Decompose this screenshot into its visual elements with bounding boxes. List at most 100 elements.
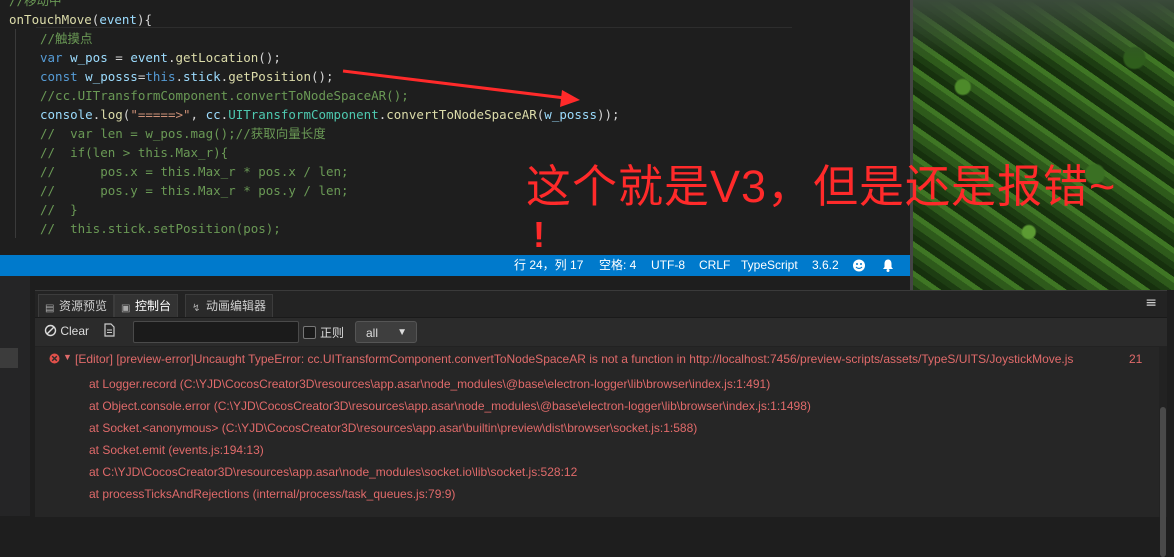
indent-guide xyxy=(15,143,16,162)
code-token: // } xyxy=(40,202,78,217)
code-line: // var len = w_pos.mag();//获取向量长度 xyxy=(15,124,326,143)
indent-guide xyxy=(15,48,16,67)
side-strip-highlight xyxy=(0,348,18,368)
tab-label: 资源预览 xyxy=(59,299,108,313)
code-token: (); xyxy=(258,50,281,65)
clear-label: Clear xyxy=(60,324,90,338)
code-token: //cc.UITransformComponent.convertToNodeS… xyxy=(40,88,409,103)
stack-line[interactable]: at Logger.record (C:\YJD\CocosCreator3D\… xyxy=(89,377,770,391)
code-token: // if(len > this.Max_r){ xyxy=(40,145,229,160)
code-token: // this.stick.setPosition(pos); xyxy=(40,221,281,236)
code-token: ){ xyxy=(136,12,153,27)
code-token: //触摸点 xyxy=(40,31,93,46)
language-mode[interactable]: TypeScript xyxy=(741,255,798,276)
code-line: onTouchMove(event){ xyxy=(9,10,152,29)
annotation-mark: ! xyxy=(533,214,545,255)
smiley-icon[interactable] xyxy=(852,255,866,276)
regex-checkbox[interactable] xyxy=(303,326,316,339)
scene-border xyxy=(910,0,913,290)
code-token: getLocation xyxy=(175,50,259,65)
search-input[interactable] xyxy=(133,321,299,343)
tab-label: 动画编辑器 xyxy=(206,299,267,313)
code-token: event xyxy=(130,50,168,65)
tab-console[interactable]: ▣ 控制台 xyxy=(114,294,179,317)
code-token: (); xyxy=(310,69,334,84)
hamburger-icon[interactable]: ≡ xyxy=(1145,295,1157,311)
code-token: // pos.y = this.Max_r * pos.y / len; xyxy=(40,183,349,198)
tab-animation-editor[interactable]: ↯ 动画编辑器 xyxy=(185,294,274,317)
code-token: log xyxy=(100,107,123,122)
code-token: //移动中 xyxy=(9,0,62,8)
indent-guide xyxy=(15,181,16,200)
stack-line[interactable]: at C:\YJD\CocosCreator3D\resources\app.a… xyxy=(89,465,577,479)
editor-status-bar: 行 24，列 17 空格: 4 UTF-8 CRLF TypeScript 3.… xyxy=(0,255,910,276)
terminal-icon: ▣ xyxy=(121,303,131,314)
indent-guide xyxy=(15,219,16,238)
code-token: , xyxy=(190,107,206,122)
code-token: "=====>" xyxy=(130,107,191,122)
error-count: 21 xyxy=(1129,352,1143,366)
stack-line[interactable]: at processTicksAndRejections (internal/p… xyxy=(89,487,455,501)
stack-line[interactable]: at Object.console.error (C:\YJD\CocosCre… xyxy=(89,399,811,413)
indent-guide xyxy=(15,86,16,105)
clear-button[interactable]: Clear xyxy=(44,324,89,338)
code-line: const w_posss=this.stick.getPosition(); xyxy=(15,67,334,86)
tab-label: 控制台 xyxy=(135,299,172,313)
indent-guide xyxy=(15,124,16,143)
code-token: console xyxy=(40,107,93,122)
console-panel: ▤ 资源预览 ▣ 控制台 ↯ 动画编辑器 ≡ Clear 正则 all ▼ ▼ [Ed… xyxy=(35,290,1167,557)
annotation-text: 这个就是V3，但是还是报错~ xyxy=(526,161,1117,212)
indentation-setting[interactable]: 空格: 4 xyxy=(599,255,636,276)
code-line: //移动中 xyxy=(9,0,62,10)
panel-tab-bar: ▤ 资源预览 ▣ 控制台 ↯ 动画编辑器 ≡ xyxy=(35,291,1167,318)
cursor-position[interactable]: 行 24，列 17 xyxy=(514,255,583,276)
code-token: . xyxy=(167,50,176,65)
indent-guide xyxy=(15,105,16,124)
log-file-icon[interactable] xyxy=(104,323,115,340)
code-line: var w_pos = event.getLocation(); xyxy=(15,48,281,67)
indent-guide xyxy=(15,162,16,181)
code-line: // if(len > this.Max_r){ xyxy=(15,143,229,162)
indent-guide xyxy=(15,67,16,86)
log-scrollbar[interactable] xyxy=(1159,347,1167,557)
code-token: = xyxy=(107,50,131,65)
error-header[interactable]: [Editor] [preview-error]Uncaught TypeErr… xyxy=(75,352,1073,366)
log-level-select[interactable]: all ▼ xyxy=(355,321,417,343)
tab-asset-preview[interactable]: ▤ 资源预览 xyxy=(38,294,115,317)
eol-setting[interactable]: CRLF xyxy=(699,255,730,276)
bell-icon[interactable] xyxy=(881,255,895,276)
code-token: . xyxy=(175,69,184,84)
code-token: // var len = w_pos.mag();//获取向量长度 xyxy=(40,126,326,141)
code-line: // pos.x = this.Max_r * pos.x / len; xyxy=(15,162,349,181)
code-token: w_posss xyxy=(85,69,138,84)
animation-icon: ↯ xyxy=(192,303,201,314)
code-token: onTouchMove xyxy=(9,12,92,27)
code-token: const xyxy=(40,69,86,84)
left-side-strip xyxy=(0,276,30,516)
code-token: event xyxy=(99,12,137,27)
code-token: convertToNodeSpaceAR xyxy=(386,107,537,122)
code-line: console.log("=====>", cc.UITransformComp… xyxy=(15,105,620,124)
console-log[interactable]: ▼ [Editor] [preview-error]Uncaught TypeE… xyxy=(35,347,1159,517)
typescript-version[interactable]: 3.6.2 xyxy=(812,255,839,276)
code-line: // pos.y = this.Max_r * pos.y / len; xyxy=(15,181,349,200)
stack-line[interactable]: at Socket.<anonymous> (C:\YJD\CocosCreat… xyxy=(89,421,697,435)
expand-caret-icon[interactable]: ▼ xyxy=(63,352,72,362)
code-token: this xyxy=(145,69,176,84)
code-token: // pos.x = this.Max_r * pos.x / len; xyxy=(40,164,349,179)
chevron-down-icon: ▼ xyxy=(397,327,407,338)
scrollbar-thumb[interactable] xyxy=(1160,407,1166,557)
stack-line[interactable]: at Socket.emit (events.js:194:13) xyxy=(89,443,264,457)
scene-viewport[interactable] xyxy=(910,0,1174,290)
code-line: //cc.UITransformComponent.convertToNodeS… xyxy=(15,86,409,105)
indent-guide xyxy=(15,29,16,48)
indent-guide xyxy=(15,200,16,219)
code-token: getPosition xyxy=(228,69,311,84)
code-token: w_pos xyxy=(70,50,108,65)
code-editor[interactable]: //移动中 onTouchMove(event){ //触摸点 var w_pos =… xyxy=(0,0,910,255)
regex-label: 正则 xyxy=(320,326,345,340)
code-token: cc xyxy=(205,107,221,122)
encoding-setting[interactable]: UTF-8 xyxy=(651,255,685,276)
code-token: w_posss xyxy=(544,107,597,122)
code-token: UITransformComponent xyxy=(228,107,379,122)
